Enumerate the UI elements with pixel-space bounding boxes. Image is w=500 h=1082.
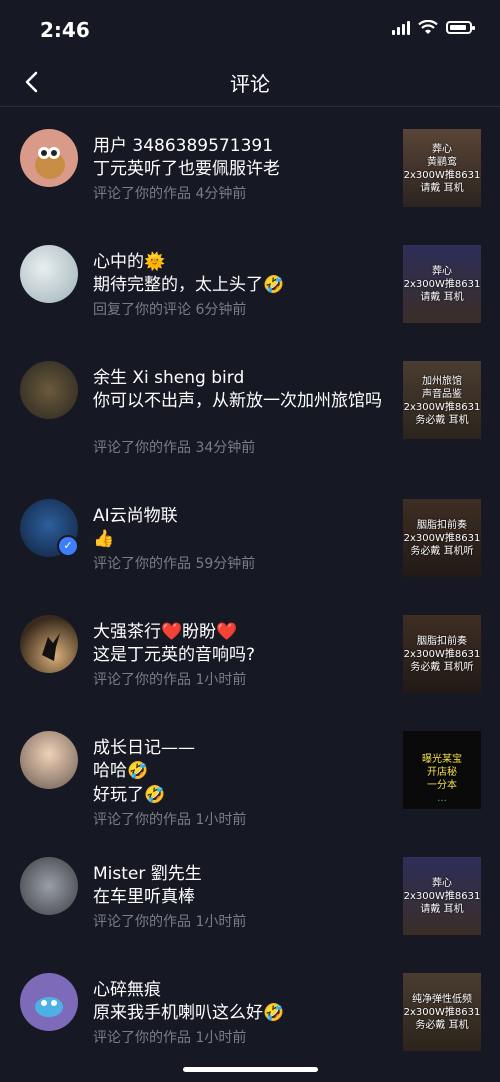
thumb-caption: 葬心 <box>432 144 452 155</box>
comment-item[interactable]: 心中的🌞 期待完整的，太上头了🤣 回复了你的评论 6分钟前 葬心 2x300W推… <box>0 231 500 347</box>
thumb-caption: 2x300W推8631 <box>403 533 481 544</box>
comment-text: 你可以不出声，从新放一次加州旅馆吗 <box>93 391 382 411</box>
thumb-caption: 一分本 <box>427 780 457 791</box>
comment-item[interactable]: 用户 3486389571391 丁元英听了也要佩服许老 评论了你的作品 4分钟… <box>0 115 500 231</box>
thumb-caption: 2x300W推8631 <box>403 649 481 660</box>
thumb-caption: 务必戴 耳机 <box>415 1020 469 1031</box>
comment-text: 👍 <box>93 529 115 549</box>
status-bar: 2:46 <box>0 0 500 58</box>
avatar[interactable] <box>20 973 78 1031</box>
comment-meta: 评论了你的作品 1小时前 <box>93 1030 247 1046</box>
video-thumbnail[interactable]: 葬心 2x300W推8631 请戴 耳机 <box>403 857 481 935</box>
avatar[interactable] <box>20 615 78 673</box>
comment-meta: 评论了你的作品 1小时前 <box>93 812 247 828</box>
thumb-caption: 请戴 耳机 <box>420 904 464 915</box>
thumb-caption: 务必戴 耳机 <box>415 415 469 426</box>
comment-item[interactable]: 大强茶行❤️盼盼❤️ 这是丁元英的音响吗? 评论了你的作品 1小时前 胭脂扣前奏… <box>0 601 500 717</box>
avatar[interactable] <box>20 857 78 915</box>
nav-bar: 评论 <box>0 58 500 107</box>
thumb-caption: 开店秘 <box>427 767 457 778</box>
avatar[interactable] <box>20 129 78 187</box>
video-thumbnail[interactable]: 纯净弹性低频 2x300W推8631 务必戴 耳机 <box>403 973 481 1051</box>
thumb-caption: 葬心 <box>432 266 452 277</box>
video-thumbnail[interactable]: 加州旅馆 声音品鉴 2x300W推8631 务必戴 耳机 <box>403 361 481 439</box>
thumb-caption: 胭脂扣前奏 <box>417 636 467 647</box>
video-thumbnail[interactable]: 胭脂扣前奏 2x300W推8631 务必戴 耳机听 <box>403 499 481 577</box>
wifi-icon <box>418 20 438 34</box>
status-time: 2:46 <box>40 18 90 42</box>
page-title: 评论 <box>230 72 270 96</box>
thumb-caption: 黄鹂鸾 <box>427 157 457 168</box>
home-indicator <box>183 1067 318 1072</box>
comment-username[interactable]: 余生 Xi sheng bird <box>93 363 244 388</box>
comment-username[interactable]: 心中的🌞 <box>93 247 165 272</box>
comment-username[interactable]: Mister 劉先生 <box>93 859 202 884</box>
comment-username[interactable]: AI云尚物联 <box>93 501 178 526</box>
thumb-caption: 请戴 耳机 <box>420 292 464 303</box>
verified-badge-icon: ✓ <box>57 535 79 557</box>
comment-item[interactable]: 成长日记—— 哈哈🤣 好玩了🤣 评论了你的作品 1小时前 曝光某宝 开店秘 一分… <box>0 717 500 833</box>
avatar[interactable] <box>20 361 78 419</box>
comment-meta: 评论了你的作品 4分钟前 <box>93 186 247 202</box>
video-thumbnail[interactable]: 胭脂扣前奏 2x300W推8631 务必戴 耳机听 <box>403 615 481 693</box>
thumb-caption: 2x300W推8631 <box>403 279 481 290</box>
signal-icon <box>392 20 410 35</box>
comment-meta: 评论了你的作品 1小时前 <box>93 672 247 688</box>
thumb-caption: 2x300W推8631 <box>403 402 481 413</box>
thumb-caption: 务必戴 耳机听 <box>410 546 474 557</box>
comment-text: 哈哈🤣 <box>93 761 149 781</box>
status-icons <box>392 20 475 35</box>
comment-meta: 回复了你的评论 6分钟前 <box>93 302 247 318</box>
comment-text: 丁元英听了也要佩服许老 <box>93 159 280 179</box>
comment-username[interactable]: 大强茶行❤️盼盼❤️ <box>93 617 237 642</box>
comment-username[interactable]: 成长日记—— <box>93 733 195 758</box>
thumb-caption: ... <box>437 793 447 804</box>
comment-meta: 评论了你的作品 34分钟前 <box>93 440 256 456</box>
thumb-caption: 葬心 <box>432 878 452 889</box>
comment-item[interactable]: 余生 Xi sheng bird 你可以不出声，从新放一次加州旅馆吗 评论了你的… <box>0 347 500 463</box>
avatar[interactable] <box>20 245 78 303</box>
thumb-caption: 声音品鉴 <box>422 389 462 400</box>
thumb-caption: 2x300W推8631 <box>403 170 481 181</box>
comment-item[interactable]: ✓ AI云尚物联 👍 评论了你的作品 59分钟前 胭脂扣前奏 2x300W推86… <box>0 485 500 601</box>
comment-username[interactable]: 心碎無痕 <box>93 975 161 1000</box>
comment-item[interactable]: Mister 劉先生 在车里听真棒 评论了你的作品 1小时前 葬心 2x300W… <box>0 843 500 959</box>
thumb-caption: 纯净弹性低频 <box>412 994 472 1005</box>
video-thumbnail[interactable]: 葬心 2x300W推8631 请戴 耳机 <box>403 245 481 323</box>
avatar[interactable] <box>20 731 78 789</box>
thumb-caption: 加州旅馆 <box>422 376 462 387</box>
thumb-caption: 务必戴 耳机听 <box>410 662 474 673</box>
comment-meta: 评论了你的作品 59分钟前 <box>93 556 256 572</box>
comment-username[interactable]: 用户 3486389571391 <box>93 131 273 156</box>
thumb-caption: 2x300W推8631 <box>403 891 481 902</box>
thumb-caption: 曝光某宝 <box>422 754 462 765</box>
comment-text: 好玩了🤣 <box>93 785 166 805</box>
comment-text: 期待完整的，太上头了🤣 <box>93 275 285 295</box>
comment-text: 在车里听真棒 <box>93 887 195 907</box>
comment-text: 原来我手机喇叭这么好🤣 <box>93 1003 285 1023</box>
thumb-caption: 2x300W推8631 <box>403 1007 481 1018</box>
video-thumbnail[interactable]: 曝光某宝 开店秘 一分本 ... <box>403 731 481 809</box>
battery-icon <box>446 21 475 34</box>
video-thumbnail[interactable]: 葬心 黄鹂鸾 2x300W推8631 请戴 耳机 <box>403 129 481 207</box>
comment-meta: 评论了你的作品 1小时前 <box>93 914 247 930</box>
thumb-caption: 胭脂扣前奏 <box>417 520 467 531</box>
comment-item[interactable]: 心碎無痕 原来我手机喇叭这么好🤣 评论了你的作品 1小时前 纯净弹性低频 2x3… <box>0 959 500 1075</box>
thumb-caption: 请戴 耳机 <box>420 183 464 194</box>
comment-text: 这是丁元英的音响吗? <box>93 645 256 665</box>
